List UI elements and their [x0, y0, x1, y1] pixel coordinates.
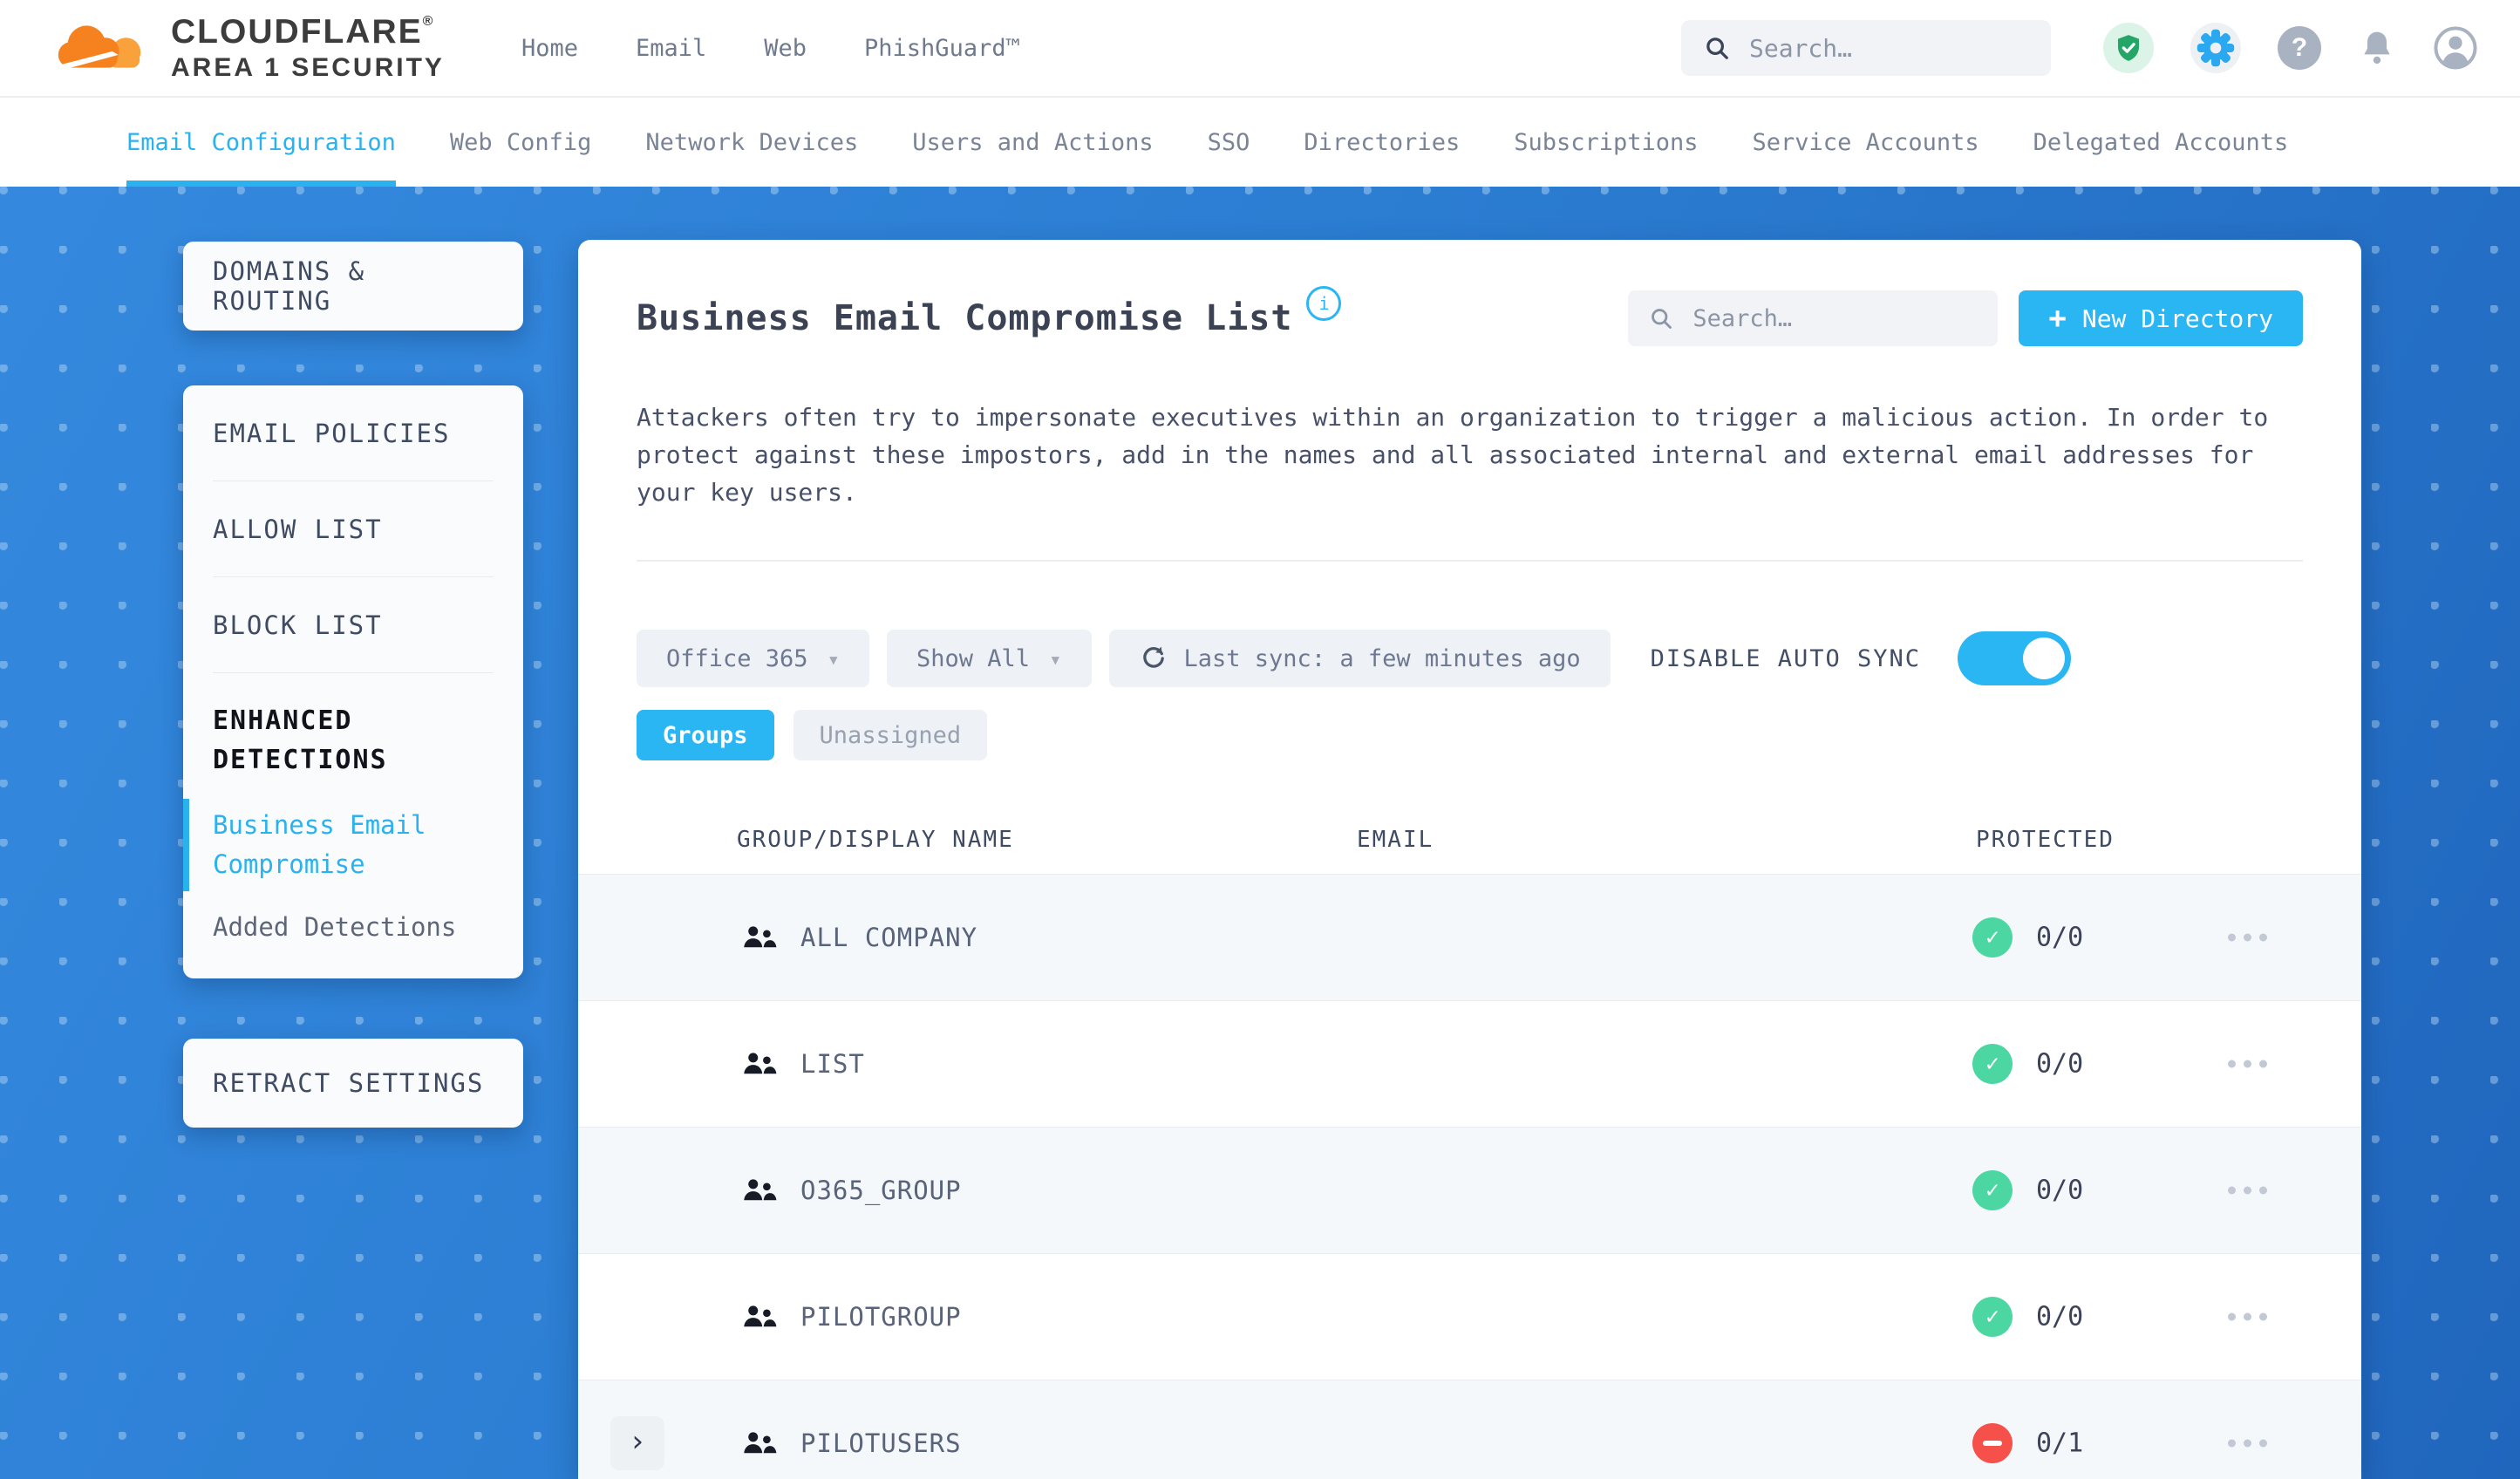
tabbar-item[interactable]: Email Configuration	[126, 98, 396, 187]
view-tab-groups[interactable]: Groups	[637, 710, 774, 760]
sidebar-item-email-policies[interactable]: EMAIL POLICIES	[213, 385, 494, 481]
top-nav-home[interactable]: Home	[521, 35, 578, 62]
sidebar-item-block-list[interactable]: BLOCK LIST	[213, 577, 494, 673]
last-sync-button[interactable]: Last sync: a few minutes ago	[1108, 630, 1611, 687]
sidebar-item-business-email-compromise[interactable]: Business Email Compromise	[183, 799, 457, 891]
page-background: DOMAINS & ROUTING EMAIL POLICIES ALLOW L…	[0, 187, 2520, 1479]
list-search-input[interactable]	[1691, 303, 1978, 333]
row-menu-button[interactable]	[2228, 1060, 2267, 1068]
security-status-button[interactable]	[2103, 23, 2154, 73]
new-directory-button[interactable]: New Directory	[2019, 290, 2303, 346]
registered-mark: ®	[422, 13, 435, 29]
group-icon	[744, 1305, 777, 1327]
main-panel: Business Email Compromise List New Direc…	[578, 240, 2361, 1479]
gear-icon	[2196, 29, 2235, 67]
top-nav-web[interactable]: Web	[764, 35, 807, 62]
tabbar-item[interactable]: Delegated Accounts	[2033, 98, 2289, 187]
group-name: O365_GROUP	[800, 1176, 962, 1205]
global-search[interactable]	[1681, 20, 2051, 76]
group-icon	[744, 926, 777, 948]
table-row[interactable]: LIST 0/0	[578, 1000, 2361, 1127]
top-nav-email[interactable]: Email	[636, 35, 706, 62]
settings-button[interactable]	[2190, 23, 2241, 73]
search-icon	[1652, 309, 1672, 329]
protected-status-icon	[1972, 1297, 2013, 1337]
row-menu-button[interactable]	[2228, 1186, 2267, 1195]
row-menu-button[interactable]	[2228, 933, 2267, 942]
shield-check-icon	[2117, 35, 2140, 61]
global-search-input[interactable]	[1747, 32, 2028, 64]
brand-name: CLOUDFLARE®	[171, 12, 435, 51]
brand-logo[interactable]: CLOUDFLARE® AREA 1 SECURITY	[0, 12, 445, 82]
tabbar-item[interactable]: Directories	[1304, 98, 1460, 187]
auto-sync-toggle[interactable]	[1958, 631, 2072, 685]
info-icon[interactable]	[1306, 286, 1342, 321]
chevron-down-icon	[828, 645, 840, 672]
protected-count: 0/0	[2036, 1175, 2084, 1206]
group-icon	[744, 1053, 777, 1074]
table-header: GROUP/DISPLAY NAME EMAIL PROTECTED	[578, 760, 2361, 874]
sidebar-item-domains-routing[interactable]: DOMAINS & ROUTING	[183, 242, 523, 331]
tabbar-item[interactable]: Web Config	[450, 98, 592, 187]
table-row[interactable]: ALL COMPANY 0/0	[578, 874, 2361, 1000]
search-icon	[1706, 37, 1728, 59]
protected-count: 0/1	[2036, 1428, 2084, 1459]
table-row[interactable]: PILOTUSERS 0/1	[578, 1380, 2361, 1479]
cloudflare-cloud-icon	[58, 25, 141, 69]
toggle-knob	[2023, 637, 2066, 679]
top-nav-phishguard[interactable]: PhishGuard™	[864, 35, 1020, 62]
expand-chevron-icon[interactable]	[610, 1416, 664, 1470]
page-title: Business Email Compromise List	[637, 298, 1293, 338]
bell-icon[interactable]	[2358, 27, 2396, 69]
show-filter-dropdown[interactable]: Show All	[887, 630, 1092, 687]
group-name: PILOTUSERS	[800, 1428, 962, 1458]
top-nav: Home Email Web PhishGuard™	[521, 35, 1020, 62]
view-tab-unassigned[interactable]: Unassigned	[793, 710, 988, 760]
refresh-icon	[1142, 646, 1164, 668]
sidebar: DOMAINS & ROUTING EMAIL POLICIES ALLOW L…	[183, 242, 523, 1128]
user-avatar-icon[interactable]	[2433, 25, 2478, 71]
group-name: ALL COMPANY	[800, 923, 978, 952]
column-header-protected: PROTECTED	[1976, 827, 2115, 853]
column-header-email: EMAIL	[1357, 827, 1434, 853]
list-search[interactable]	[1628, 290, 1999, 346]
groups-table: GROUP/DISPLAY NAME EMAIL PROTECTED ALL C…	[578, 760, 2361, 1479]
group-icon	[744, 1179, 777, 1201]
tabbar-item[interactable]: Service Accounts	[1753, 98, 1979, 187]
tabbar-item[interactable]: Network Devices	[645, 98, 858, 187]
protected-status-icon	[1972, 1423, 2013, 1463]
section-tabbar: Email Configuration Web Config Network D…	[0, 98, 2520, 187]
tabbar-item[interactable]: Subscriptions	[1514, 98, 1698, 187]
row-menu-button[interactable]	[2228, 1312, 2267, 1321]
protected-status-icon	[1972, 917, 2013, 958]
auto-sync-label: DISABLE AUTO SYNC	[1650, 644, 1922, 672]
page-description: Attackers often try to impersonate execu…	[637, 403, 2269, 507]
column-header-group-display-name: GROUP/DISPLAY NAME	[737, 827, 1014, 853]
row-menu-button[interactable]	[2228, 1439, 2267, 1448]
directory-filter-dropdown[interactable]: Office 365	[637, 630, 870, 687]
top-header: CLOUDFLARE® AREA 1 SECURITY Home Email W…	[0, 0, 2520, 98]
tabbar-item[interactable]: SSO	[1208, 98, 1250, 187]
table-row[interactable]: PILOTGROUP 0/0	[578, 1253, 2361, 1380]
sidebar-item-allow-list[interactable]: ALLOW LIST	[213, 481, 494, 577]
help-icon[interactable]: ?	[2278, 26, 2321, 70]
protected-count: 0/0	[2036, 1301, 2084, 1332]
divider	[637, 560, 2303, 562]
protected-count: 0/0	[2036, 922, 2084, 953]
group-icon	[744, 1432, 777, 1454]
table-row[interactable]: O365_GROUP 0/0	[578, 1127, 2361, 1253]
group-name: LIST	[800, 1049, 865, 1079]
brand-subname: AREA 1 SECURITY	[171, 52, 445, 82]
protected-status-icon	[1972, 1044, 2013, 1084]
sidebar-group-enhanced-detections[interactable]: ENHANCED DETECTIONS	[213, 701, 466, 780]
protected-status-icon	[1972, 1170, 2013, 1210]
sidebar-item-retract-settings[interactable]: RETRACT SETTINGS	[183, 1039, 523, 1128]
plus-icon	[2048, 303, 2066, 334]
chevron-down-icon	[1049, 645, 1061, 672]
group-name: PILOTGROUP	[800, 1302, 962, 1332]
protected-count: 0/0	[2036, 1048, 2084, 1080]
sidebar-item-added-detections[interactable]: Added Detections	[213, 912, 494, 942]
tabbar-item[interactable]: Users and Actions	[912, 98, 1153, 187]
